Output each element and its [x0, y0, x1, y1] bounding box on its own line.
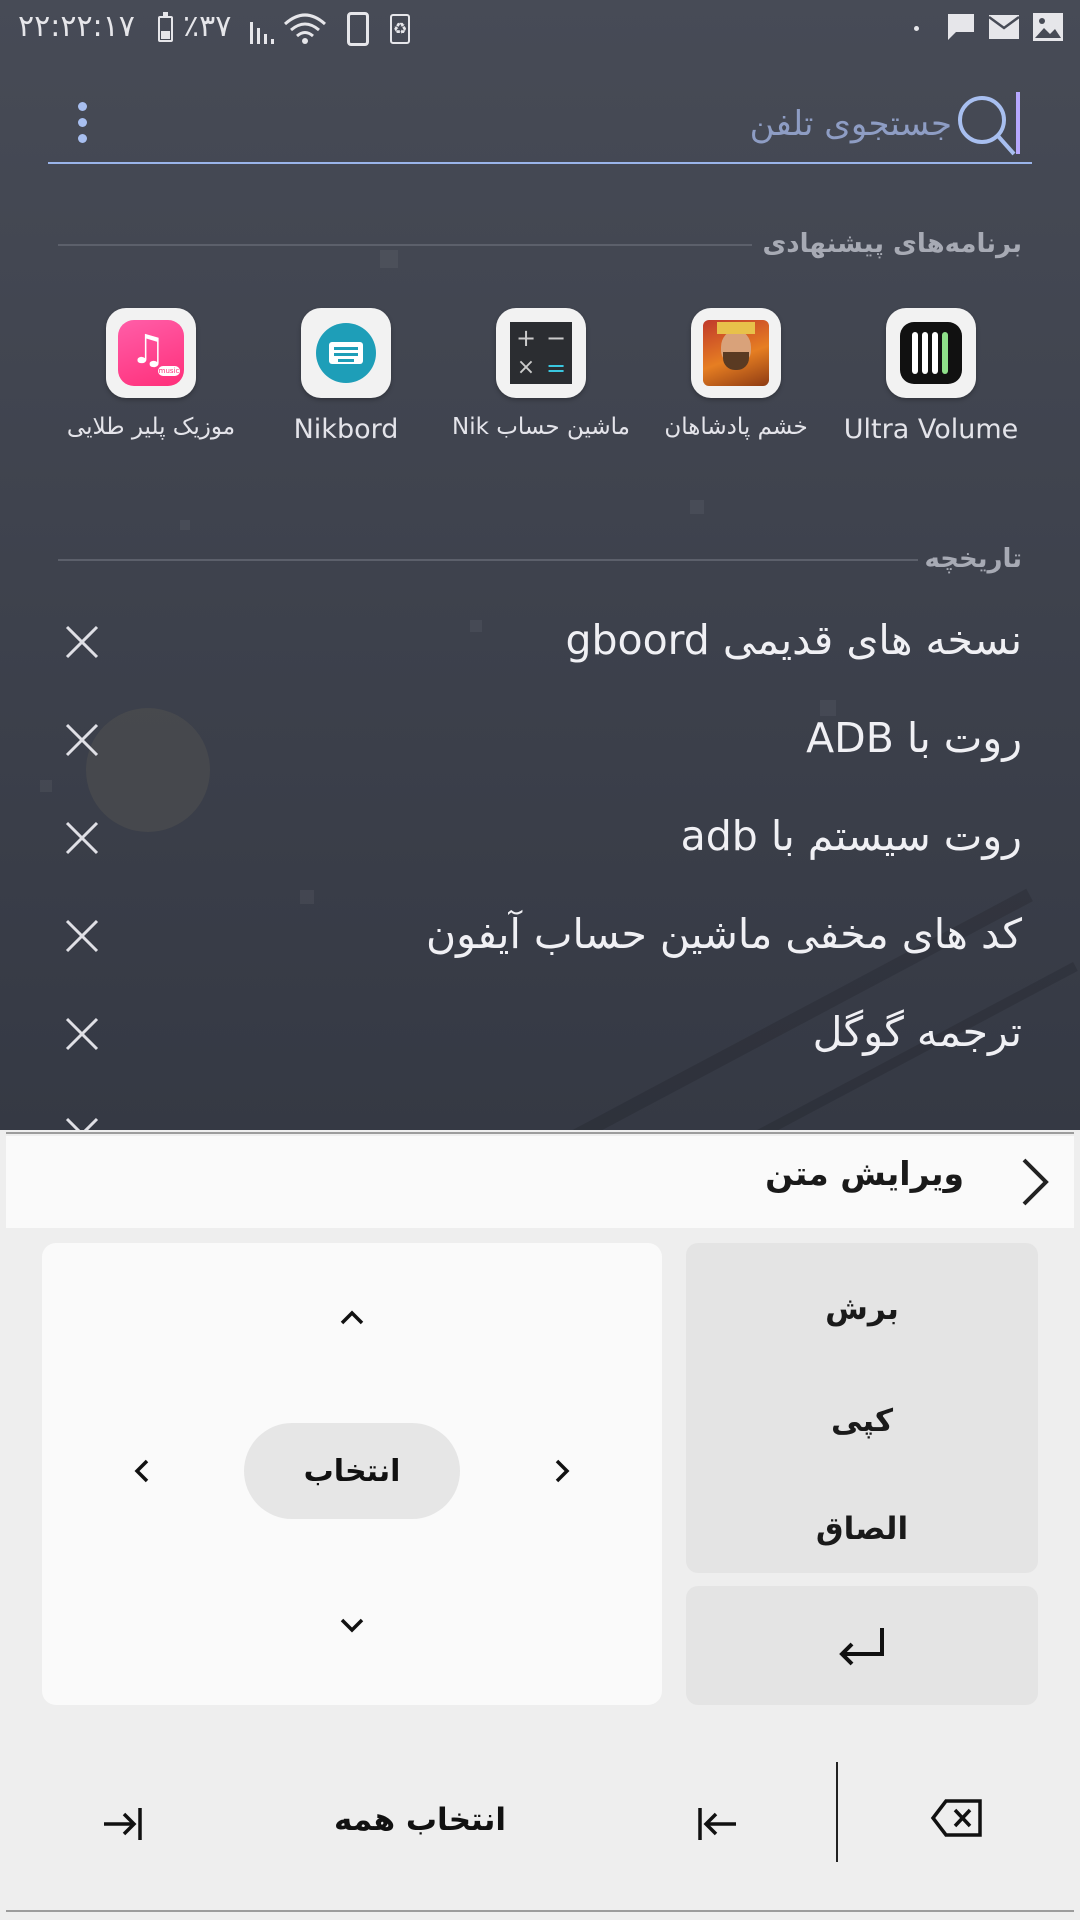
cursor-up-button[interactable]: [332, 1298, 372, 1338]
close-icon[interactable]: [64, 820, 100, 856]
row-divider: [836, 1762, 838, 1862]
bg-decor: [380, 250, 398, 268]
bg-decor: [690, 500, 704, 514]
text-edit-header: ویرایش متن: [6, 1136, 1074, 1228]
backspace-icon[interactable]: [930, 1798, 984, 1838]
history-header: تاریخچه: [925, 539, 1023, 579]
close-icon[interactable]: [64, 722, 100, 758]
cursor-nav-pad: انتخاب: [42, 1243, 662, 1705]
app-name: ماشین حساب Nik: [452, 414, 630, 440]
status-bar: ۲۲:۲۲:۱۷ ٪۳۷ ♻: [0, 0, 1080, 58]
cursor-down-button[interactable]: [332, 1605, 372, 1645]
keyboard-bottom-row: انتخاب همه: [0, 1750, 1080, 1890]
more-vertical-icon[interactable]: [72, 102, 92, 146]
history-item[interactable]: ترجمه گوگل: [0, 990, 1080, 1086]
image-icon: [1033, 13, 1063, 41]
text-edit-title: ویرایش متن: [765, 1154, 964, 1193]
bg-decor: [180, 520, 190, 530]
close-icon[interactable]: [64, 1116, 100, 1130]
chevron-down-icon: [340, 1618, 364, 1633]
calculator-icon: + − × =: [496, 308, 586, 398]
cursor-left-button[interactable]: [122, 1451, 162, 1491]
select-all-button[interactable]: انتخاب همه: [300, 1790, 540, 1850]
app-nik-calculator[interactable]: + − × = ماشین حساب Nik: [446, 308, 636, 440]
section-divider: [58, 559, 918, 561]
equalizer-icon: [886, 308, 976, 398]
history-item[interactable]: روت سیستم با adb: [0, 794, 1080, 890]
cursor-home-icon[interactable]: [696, 1802, 740, 1846]
copy-button[interactable]: کپی: [686, 1391, 1038, 1451]
game-icon: [691, 308, 781, 398]
history-item[interactable]: نسخه های قدیمی gboord: [0, 598, 1080, 694]
music-badge: music: [158, 366, 180, 376]
app-golden-music-player[interactable]: ♫ music موزیک پلیر طلایی: [56, 308, 246, 440]
search-icon[interactable]: [954, 88, 1024, 160]
history-item[interactable]: کد های مخفی ماشین حساب آیفون: [0, 892, 1080, 988]
history-text: روت با ADB: [806, 714, 1022, 762]
search-input[interactable]: [252, 96, 952, 152]
recycle-icon: ♻: [390, 14, 410, 44]
suggested-apps-title: برنامه‌های پیشنهادی: [762, 229, 1022, 259]
suggested-apps-header: برنامه‌های پیشنهادی: [762, 224, 1022, 264]
select-button[interactable]: انتخاب: [244, 1423, 460, 1519]
history-text: نسخه های قدیمی gboord: [565, 616, 1022, 664]
history-text: روت سیستم با adb: [680, 812, 1022, 860]
panel-divider: [6, 1132, 1074, 1134]
history-text: ترجمه گوگل: [812, 1008, 1022, 1056]
app-ultra-volume[interactable]: Ultra Volume: [836, 308, 1026, 445]
enter-icon: [839, 1627, 884, 1665]
chevron-right-icon[interactable]: [1014, 1156, 1054, 1208]
clipboard-actions: برش کپی الصاق: [686, 1243, 1038, 1573]
app-name: موزیک پلیر طلایی: [66, 414, 236, 440]
wifi-icon: [283, 13, 327, 44]
keyboard-icon: [301, 308, 391, 398]
panel-divider: [6, 1910, 1074, 1912]
close-icon[interactable]: [64, 624, 100, 660]
app-name: خشم پادشاهان: [664, 414, 808, 440]
notification-dot: [914, 26, 919, 31]
text-edit-keyboard: ویرایش متن انتخاب برش کپی الصاق انتخاب ه…: [0, 1130, 1080, 1920]
launcher-search-screen: ۲۲:۲۲:۱۷ ٪۳۷ ♻: [0, 0, 1080, 1130]
mail-icon: [988, 15, 1020, 39]
phone-icon: [347, 12, 369, 46]
app-name: Nikbord: [293, 414, 399, 445]
section-divider: [58, 244, 752, 246]
chevron-right-icon: [555, 1459, 570, 1483]
app-name: Ultra Volume: [843, 414, 1019, 445]
battery-percent: ٪۳۷: [183, 9, 232, 44]
history-title: تاریخچه: [924, 544, 1023, 574]
enter-button[interactable]: [686, 1586, 1038, 1705]
close-icon[interactable]: [64, 918, 100, 954]
history-text: کد های مخفی ماشین حساب آیفون: [426, 910, 1022, 958]
paste-button[interactable]: الصاق: [686, 1499, 1038, 1559]
music-icon: ♫ music: [106, 308, 196, 398]
battery-icon: [158, 12, 173, 42]
cursor-end-icon[interactable]: [100, 1802, 144, 1846]
cursor-right-button[interactable]: [542, 1451, 582, 1491]
signal-icon: [250, 22, 274, 44]
close-icon[interactable]: [64, 1016, 100, 1052]
app-nikbord[interactable]: Nikbord: [251, 308, 441, 445]
app-game[interactable]: خشم پادشاهان: [641, 308, 831, 440]
search-bar: [48, 86, 1032, 164]
chat-icon: [948, 14, 974, 40]
chevron-up-icon: [340, 1310, 364, 1325]
history-item[interactable]: روت با ADB: [0, 696, 1080, 792]
chevron-left-icon: [134, 1459, 149, 1483]
cut-button[interactable]: برش: [686, 1279, 1038, 1339]
status-time: ۲۲:۲۲:۱۷: [18, 9, 135, 44]
